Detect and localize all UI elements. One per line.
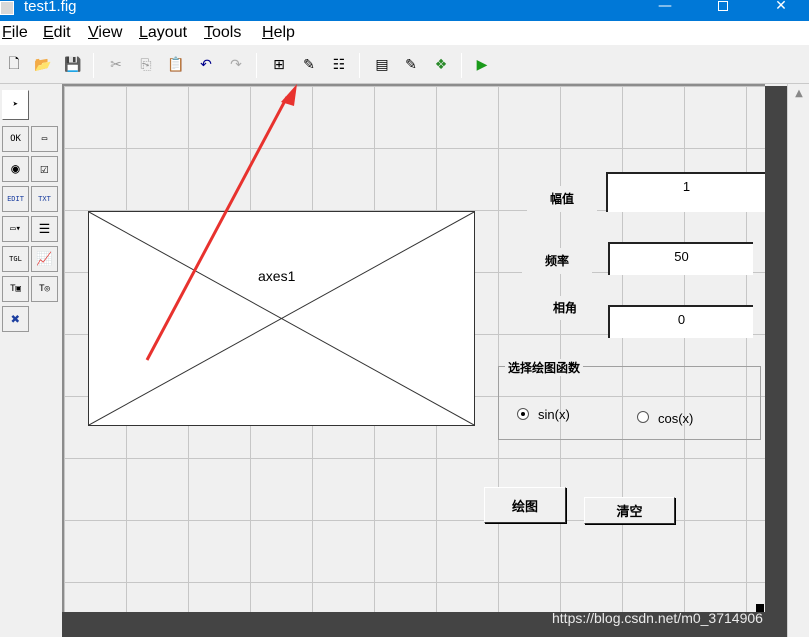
maximize-icon (718, 1, 728, 11)
tab-order-editor-icon[interactable]: ☷ (328, 54, 350, 76)
sin-radio-label[interactable]: sin(x) (538, 407, 570, 422)
axes-placeholder-cross (89, 212, 474, 425)
canvas-right-border (765, 86, 787, 612)
phase-label: 相角 (530, 296, 600, 320)
component-palette: ➤ OK ▭ ◉ ☑ EDIT TXT ▭▾ ☰ TGL 📈 T▣ T◎ ✖ (0, 84, 62, 637)
menu-editor-icon[interactable]: ✎ (298, 54, 320, 76)
menu-tools[interactable]: Tools (204, 24, 241, 42)
align-objects-icon[interactable]: ⊞ (268, 54, 290, 76)
push-button-tool-icon[interactable]: OK (2, 126, 29, 152)
clear-button[interactable]: 清空 (584, 497, 675, 524)
minimize-button[interactable]: — (642, 0, 688, 17)
cos-radio-button[interactable] (637, 411, 649, 423)
close-button[interactable]: ✕ (758, 0, 804, 17)
scroll-up-arrow-icon[interactable]: ▲ (792, 88, 806, 102)
window-title: test1.fig (24, 0, 77, 15)
slider-tool-icon[interactable]: ▭ (31, 126, 58, 152)
phase-edit[interactable]: 0 (608, 305, 753, 338)
save-icon[interactable]: 💾 (62, 54, 84, 76)
menu-bar: File Edit View Layout Tools Help (0, 21, 809, 45)
menu-view[interactable]: View (88, 24, 122, 42)
redo-icon[interactable]: ↷ (225, 54, 247, 76)
toolbar-separator (461, 53, 462, 78)
button-group-tool-icon[interactable]: T◎ (31, 276, 58, 302)
menu-help[interactable]: Help (262, 24, 295, 42)
checkbox-tool-icon[interactable]: ☑ (31, 156, 58, 182)
cut-icon[interactable]: ✂ (105, 54, 127, 76)
function-button-group[interactable] (498, 366, 761, 440)
toolbar-separator (256, 53, 257, 78)
maximize-button[interactable] (700, 0, 746, 17)
menu-file[interactable]: File (2, 24, 28, 42)
property-inspector-icon[interactable]: ✎ (400, 54, 422, 76)
static-text-tool-icon[interactable]: TXT (31, 186, 58, 212)
amplitude-label: 幅值 (527, 186, 597, 212)
axes-component[interactable] (88, 211, 475, 426)
cos-radio-label[interactable]: cos(x) (658, 411, 693, 426)
radio-button-tool-icon[interactable]: ◉ (2, 156, 29, 182)
toolbar-separator (93, 53, 94, 78)
title-bar: test1.fig — ✕ (0, 0, 809, 21)
amplitude-edit[interactable]: 1 (606, 172, 765, 212)
edit-text-tool-icon[interactable]: EDIT (2, 186, 29, 212)
mfile-editor-icon[interactable]: ▤ (371, 54, 393, 76)
sin-radio-button[interactable] (517, 408, 529, 420)
frequency-label: 频率 (522, 248, 592, 274)
menu-edit[interactable]: Edit (43, 24, 71, 42)
toolbar-separator (359, 53, 360, 78)
toolbar: 🗋 📂 💾 ✂ ⎘ 📋 ↶ ↷ ⊞ ✎ ☷ ▤ ✎ ❖ ▶ (0, 45, 809, 84)
new-file-icon[interactable]: 🗋 (3, 54, 25, 76)
activex-control-tool-icon[interactable]: ✖ (2, 306, 29, 332)
run-figure-icon[interactable]: ▶ (471, 54, 493, 76)
frequency-edit[interactable]: 50 (608, 242, 753, 275)
paste-icon[interactable]: 📋 (165, 54, 187, 76)
menu-layout[interactable]: Layout (139, 24, 187, 42)
panel-tool-icon[interactable]: T▣ (2, 276, 29, 302)
listbox-tool-icon[interactable]: ☰ (31, 216, 58, 242)
select-tool-icon[interactable]: ➤ (2, 90, 29, 120)
popup-menu-tool-icon[interactable]: ▭▾ (2, 216, 29, 242)
toggle-button-tool-icon[interactable]: TGL (2, 246, 29, 272)
matlab-figure-icon (0, 1, 14, 15)
vertical-scrollbar[interactable]: ▲ (787, 84, 809, 637)
axes-tool-icon[interactable]: 📈 (31, 246, 58, 272)
watermark: https://blog.csdn.net/m0_3714906 (552, 610, 763, 626)
object-browser-icon[interactable]: ❖ (430, 54, 452, 76)
open-folder-icon[interactable]: 📂 (32, 54, 54, 76)
undo-icon[interactable]: ↶ (195, 54, 217, 76)
copy-icon[interactable]: ⎘ (135, 54, 157, 76)
button-group-title: 选择绘图函数 (505, 359, 584, 376)
axes-tag-label: axes1 (258, 268, 296, 284)
plot-button[interactable]: 绘图 (484, 487, 566, 523)
